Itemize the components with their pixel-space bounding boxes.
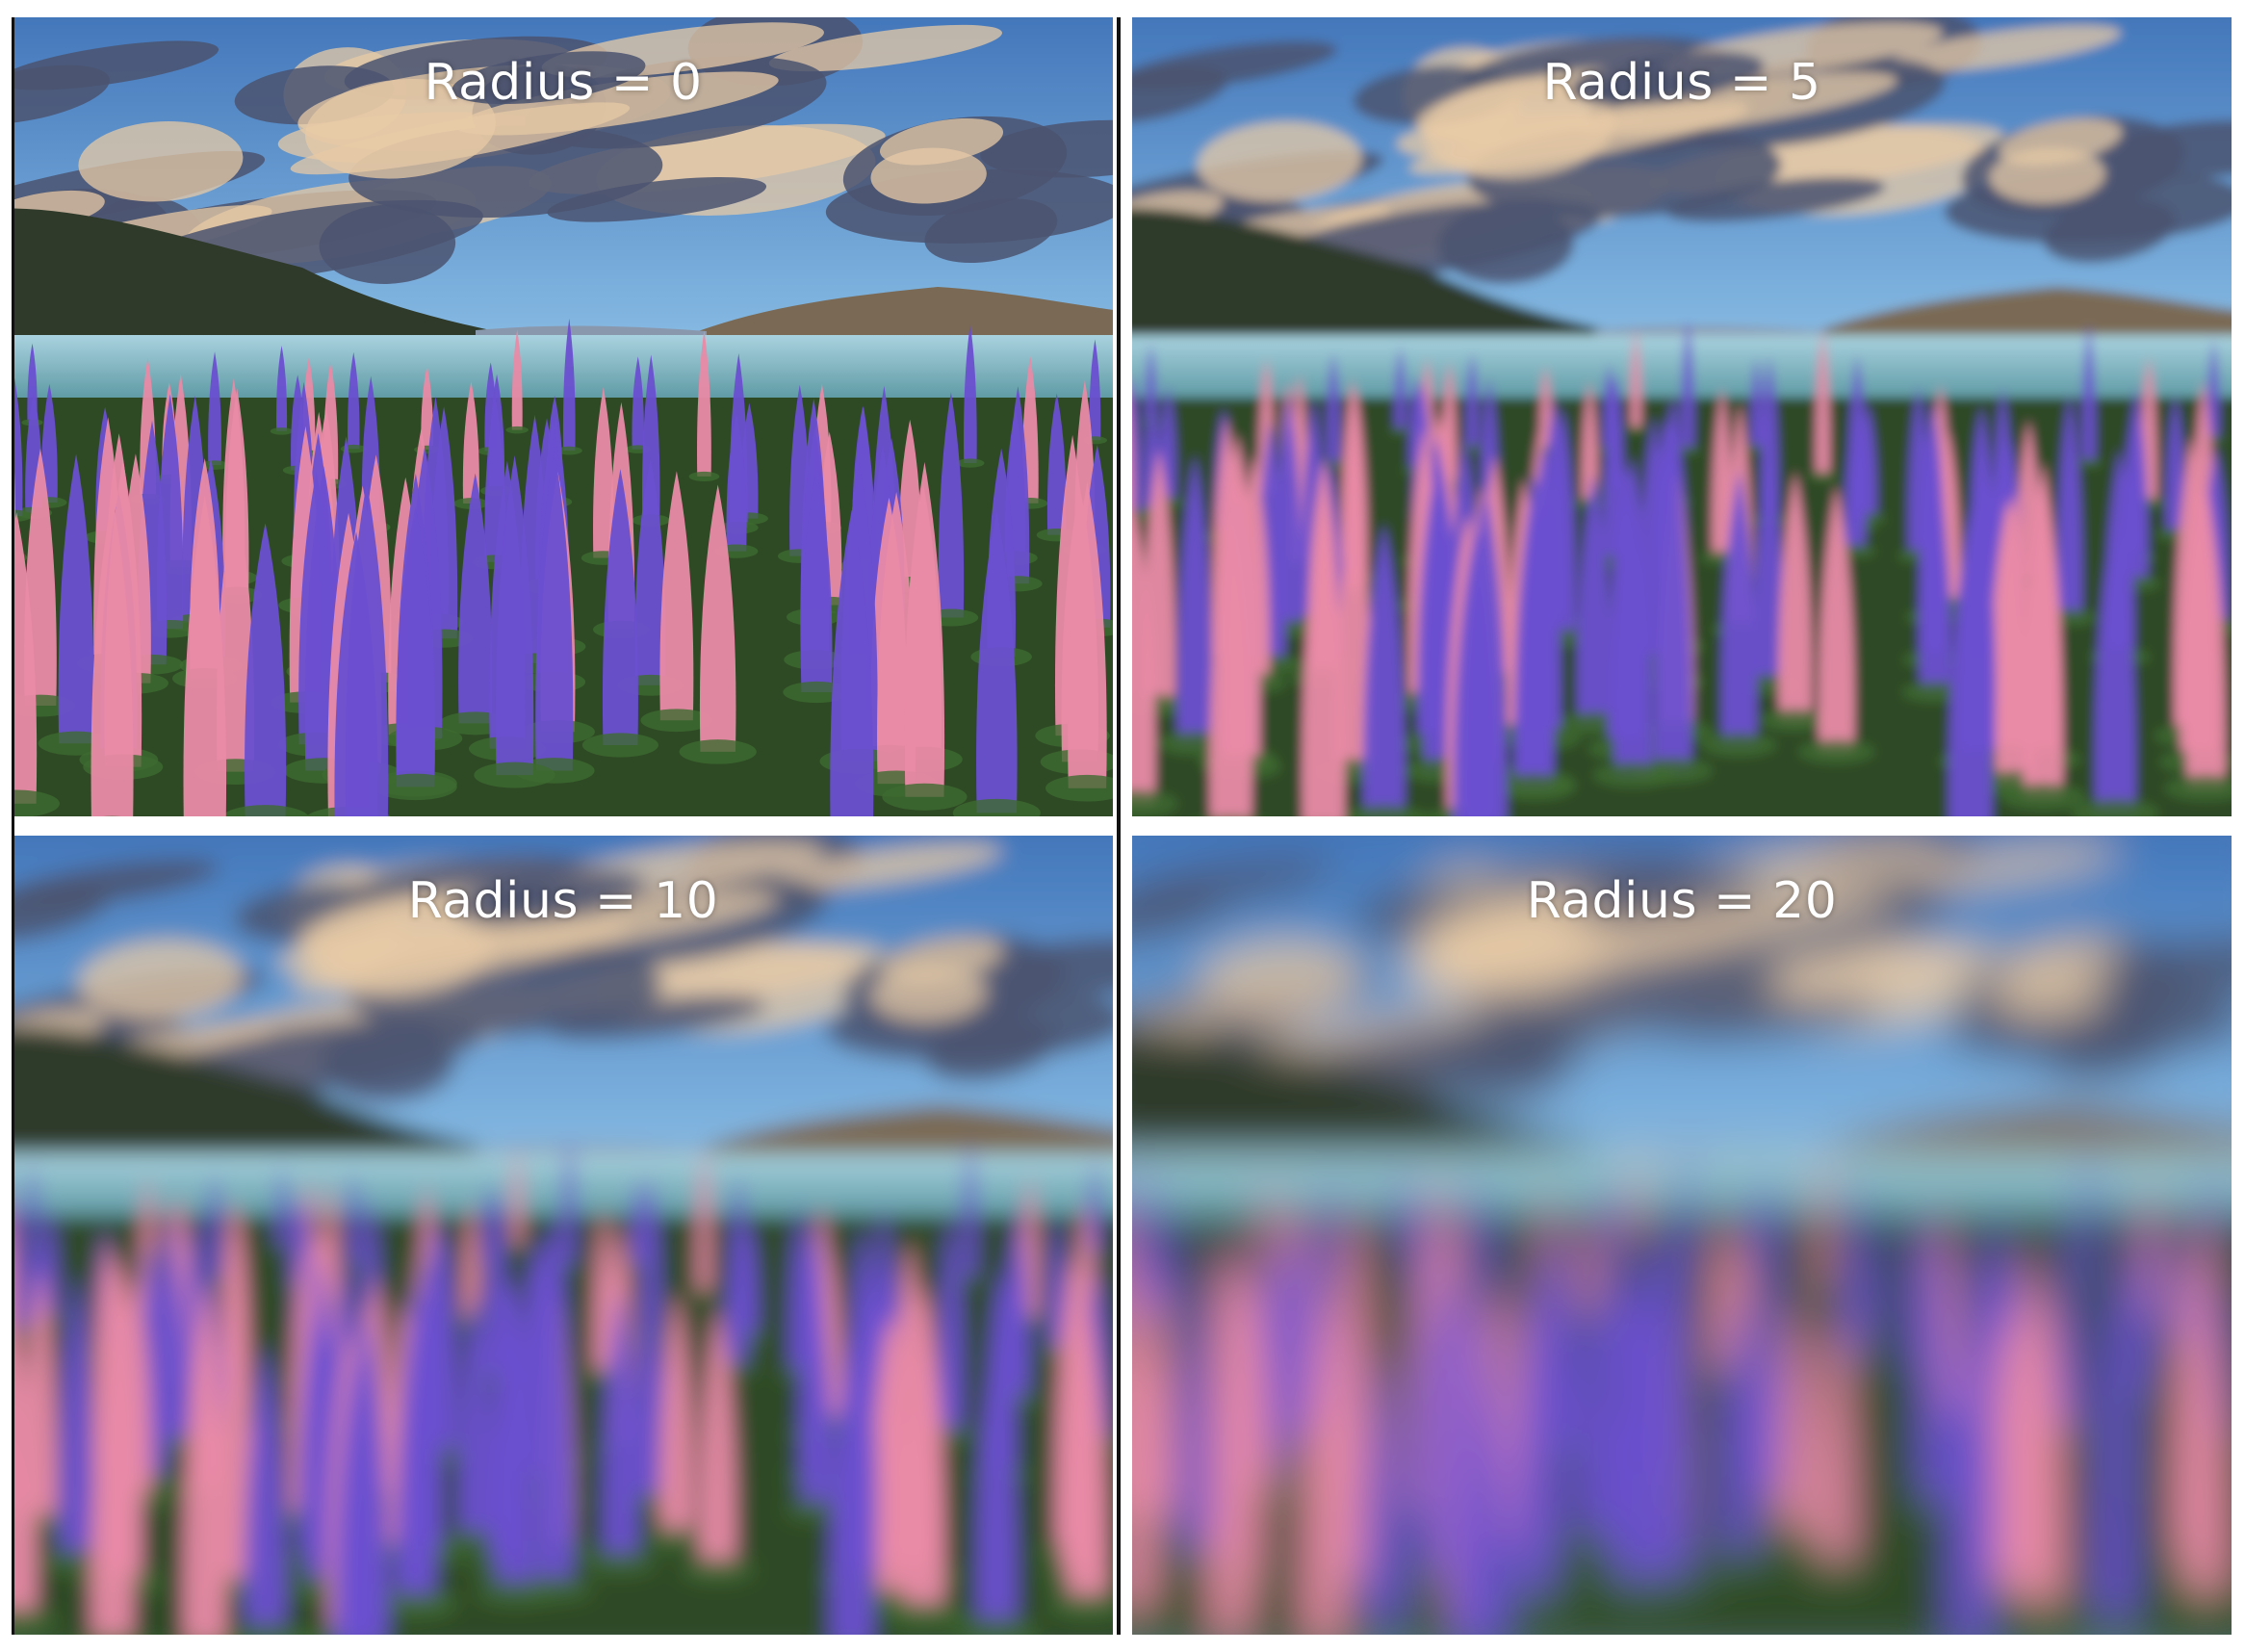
panel-radius-20: Radius = 20 — [1132, 836, 2232, 1635]
landscape-photo — [1132, 17, 2232, 816]
landscape-photo — [1132, 836, 2232, 1635]
landscape-photo — [13, 836, 1113, 1635]
left-border — [12, 17, 14, 1635]
landscape-photo — [13, 17, 1113, 816]
panel-radius-5: Radius = 5 — [1132, 17, 2232, 816]
panel-radius-10: Radius = 10 — [13, 836, 1113, 1635]
vertical-divider — [1117, 17, 1121, 1635]
panel-radius-0: Radius = 0 — [13, 17, 1113, 816]
blur-comparison-grid: Radius = 0 Radius = 5 Radius = 10 Radius… — [0, 0, 2245, 1652]
